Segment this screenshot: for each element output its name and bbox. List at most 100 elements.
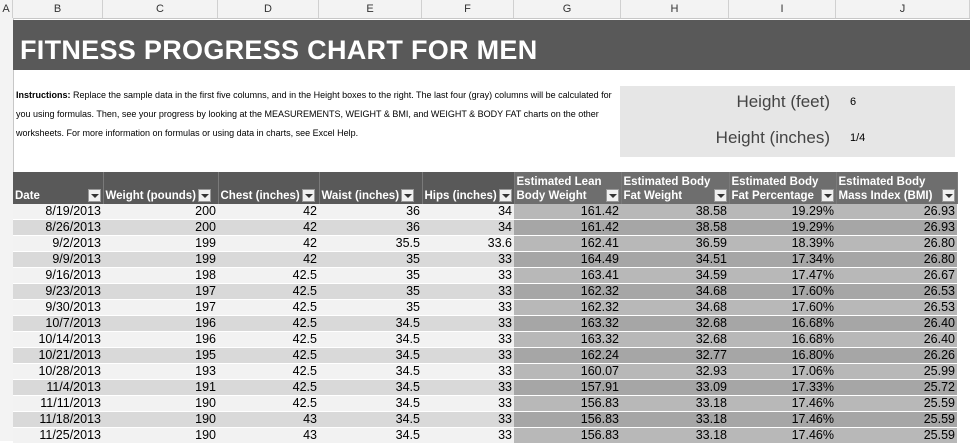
cell-weight[interactable]: 197: [103, 283, 218, 300]
cell-chest[interactable]: 42.5: [218, 395, 319, 412]
cell-hips[interactable]: 33: [422, 299, 514, 316]
cell-lean-body-weight[interactable]: 160.07: [514, 363, 621, 380]
cell-lean-body-weight[interactable]: 164.49: [514, 251, 621, 268]
cell-lean-body-weight[interactable]: 163.32: [514, 331, 621, 348]
cell-hips[interactable]: 33: [422, 427, 514, 444]
cell-body-fat-percentage[interactable]: 17.46%: [729, 395, 836, 412]
cell-body-fat-percentage[interactable]: 17.60%: [729, 299, 836, 316]
cell-waist[interactable]: 35: [319, 267, 422, 284]
cell-bmi[interactable]: 26.93: [836, 219, 957, 236]
cell-weight[interactable]: 200: [103, 219, 218, 236]
cell-chest[interactable]: 42: [218, 235, 319, 252]
cell-weight[interactable]: 196: [103, 315, 218, 332]
cell-bmi[interactable]: 26.53: [836, 283, 957, 300]
instructions-text[interactable]: Instructions: Replace the sample data in…: [16, 86, 616, 143]
cell-body-fat-weight[interactable]: 32.68: [621, 331, 729, 348]
column-header-f[interactable]: F: [422, 0, 514, 18]
cell-body-fat-weight[interactable]: 32.77: [621, 347, 729, 364]
cell-bmi[interactable]: 25.59: [836, 395, 957, 412]
cell-hips[interactable]: 33: [422, 251, 514, 268]
filter-dropdown-icon[interactable]: [87, 189, 101, 202]
sheet-title[interactable]: FITNESS PROGRESS CHART FOR MEN: [13, 20, 970, 70]
filter-dropdown-icon[interactable]: [941, 189, 955, 202]
cell-weight[interactable]: 199: [103, 235, 218, 252]
column-header-a[interactable]: A: [0, 0, 13, 18]
cell-body-fat-weight[interactable]: 32.68: [621, 315, 729, 332]
cell-chest[interactable]: 42: [218, 219, 319, 236]
cell-chest[interactable]: 43: [218, 411, 319, 428]
cell-date[interactable]: 8/19/2013: [13, 204, 103, 220]
cell-waist[interactable]: 34.5: [319, 331, 422, 348]
cell-chest[interactable]: 42.5: [218, 363, 319, 380]
cell-body-fat-percentage[interactable]: 16.68%: [729, 331, 836, 348]
height-feet-value[interactable]: 6: [850, 96, 856, 108]
cell-bmi[interactable]: 25.72: [836, 379, 957, 396]
filter-dropdown-icon[interactable]: [301, 189, 315, 203]
column-header-i[interactable]: I: [729, 0, 836, 18]
cell-body-fat-weight[interactable]: 32.93: [621, 363, 729, 380]
cell-date[interactable]: 9/2/2013: [13, 235, 103, 252]
filter-dropdown-icon[interactable]: [401, 189, 415, 203]
cell-waist[interactable]: 35: [319, 283, 422, 300]
cell-waist[interactable]: 34.5: [319, 347, 422, 364]
cell-bmi[interactable]: 25.99: [836, 363, 957, 380]
cell-hips[interactable]: 33: [422, 283, 514, 300]
cell-hips[interactable]: 33: [422, 363, 514, 380]
cell-hips[interactable]: 33: [422, 411, 514, 428]
cell-weight[interactable]: 196: [103, 331, 218, 348]
filter-dropdown-icon[interactable]: [820, 189, 834, 202]
cell-lean-body-weight[interactable]: 156.83: [514, 395, 621, 412]
cell-lean-body-weight[interactable]: 163.32: [514, 315, 621, 332]
cell-body-fat-percentage[interactable]: 17.60%: [729, 283, 836, 300]
cell-date[interactable]: 9/23/2013: [13, 283, 103, 300]
cell-body-fat-weight[interactable]: 34.68: [621, 283, 729, 300]
cell-weight[interactable]: 200: [103, 204, 218, 220]
cell-hips[interactable]: 33.6: [422, 235, 514, 252]
cell-weight[interactable]: 190: [103, 411, 218, 428]
cell-bmi[interactable]: 25.59: [836, 427, 957, 444]
cell-hips[interactable]: 33: [422, 331, 514, 348]
cell-hips[interactable]: 33: [422, 379, 514, 396]
column-header-e[interactable]: E: [319, 0, 422, 18]
cell-body-fat-percentage[interactable]: 17.47%: [729, 267, 836, 284]
cell-date[interactable]: 10/21/2013: [13, 347, 103, 364]
cell-lean-body-weight[interactable]: 162.41: [514, 235, 621, 252]
column-header-b[interactable]: B: [13, 0, 103, 18]
cell-date[interactable]: 11/11/2013: [13, 395, 103, 412]
cell-date[interactable]: 9/16/2013: [13, 267, 103, 284]
cell-body-fat-weight[interactable]: 33.09: [621, 379, 729, 396]
cell-weight[interactable]: 190: [103, 427, 218, 444]
cell-hips[interactable]: 34: [422, 219, 514, 236]
cell-body-fat-weight[interactable]: 33.18: [621, 411, 729, 428]
cell-waist[interactable]: 34.5: [319, 379, 422, 396]
cell-waist[interactable]: 35.5: [319, 235, 422, 252]
column-header-h[interactable]: H: [621, 0, 729, 18]
cell-waist[interactable]: 34.5: [319, 411, 422, 428]
cell-weight[interactable]: 191: [103, 379, 218, 396]
cell-lean-body-weight[interactable]: 156.83: [514, 411, 621, 428]
cell-bmi[interactable]: 26.26: [836, 347, 957, 364]
cell-lean-body-weight[interactable]: 162.24: [514, 347, 621, 364]
cell-bmi[interactable]: 26.80: [836, 251, 957, 268]
cell-hips[interactable]: 34: [422, 204, 514, 220]
cell-body-fat-percentage[interactable]: 18.39%: [729, 235, 836, 252]
filter-dropdown-icon[interactable]: [713, 189, 727, 202]
cell-weight[interactable]: 197: [103, 299, 218, 316]
cell-bmi[interactable]: 26.93: [836, 204, 957, 220]
cell-body-fat-weight[interactable]: 34.59: [621, 267, 729, 284]
cell-lean-body-weight[interactable]: 156.83: [514, 427, 621, 444]
cell-chest[interactable]: 43: [218, 427, 319, 444]
cell-body-fat-percentage[interactable]: 17.33%: [729, 379, 836, 396]
cell-waist[interactable]: 34.5: [319, 363, 422, 380]
cell-date[interactable]: 9/30/2013: [13, 299, 103, 316]
cell-lean-body-weight[interactable]: 162.32: [514, 283, 621, 300]
column-header-g[interactable]: G: [514, 0, 621, 18]
cell-body-fat-weight[interactable]: 34.68: [621, 299, 729, 316]
cell-date[interactable]: 10/7/2013: [13, 315, 103, 332]
cell-body-fat-percentage[interactable]: 16.68%: [729, 315, 836, 332]
cell-weight[interactable]: 190: [103, 395, 218, 412]
cell-lean-body-weight[interactable]: 161.42: [514, 219, 621, 236]
cell-date[interactable]: 11/25/2013: [13, 427, 103, 444]
cell-body-fat-weight[interactable]: 38.58: [621, 219, 729, 236]
cell-hips[interactable]: 33: [422, 315, 514, 332]
